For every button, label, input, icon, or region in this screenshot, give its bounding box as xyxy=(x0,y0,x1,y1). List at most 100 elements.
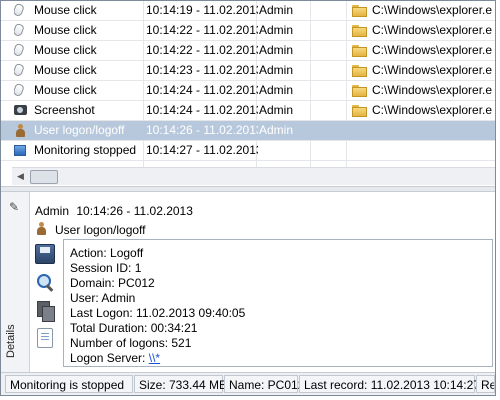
scroll-thumb[interactable] xyxy=(30,170,58,184)
table-row[interactable]: User logon/logoff 10:14:26 - 11.02.2013 Ad… xyxy=(1,121,495,141)
folder-icon xyxy=(352,25,368,37)
event-type-cell xyxy=(14,1,30,20)
user-cell: Admin xyxy=(259,123,294,137)
document-icon[interactable] xyxy=(37,328,53,348)
camera-icon xyxy=(14,105,27,115)
status-extra: Re xyxy=(476,375,495,393)
event-cell: Monitoring stopped xyxy=(34,143,137,157)
application-path: C:\Windows\explorer.e xyxy=(372,83,493,97)
event-cell: User logon/logoff xyxy=(34,123,125,137)
event-type-cell xyxy=(14,21,30,40)
event-cell: Mouse click xyxy=(34,63,97,77)
status-name: Name: PC012 xyxy=(224,375,304,393)
application-cell: C:\Windows\explorer.e xyxy=(352,41,495,60)
table-row[interactable]: Mouse click 10:14:22 - 11.02.2013 Admin C:\… xyxy=(1,21,495,41)
detail-line: User: Admin xyxy=(70,291,136,305)
details-time: 10:14:26 - 11.02.2013 xyxy=(76,204,193,218)
details-user: Admin xyxy=(35,204,70,218)
user-cell: Admin xyxy=(259,83,294,97)
detail-line: Number of logons: 521 xyxy=(70,336,192,350)
time-cell: 10:14:23 - 11.02.2013 xyxy=(146,63,258,77)
folder-icon xyxy=(352,85,368,97)
application-cell: C:\Windows\explorer.e xyxy=(352,61,495,80)
detail-line: Total Duration: 00:34:21 xyxy=(70,321,198,335)
detail-line-logon-server: Logon Server: \\* xyxy=(70,351,492,366)
search-icon[interactable] xyxy=(35,272,55,292)
mouse-icon xyxy=(14,2,25,18)
table-row[interactable]: Mouse click 10:14:19 - 11.02.2013 Admin C:\… xyxy=(1,1,495,21)
folder-icon xyxy=(352,65,368,77)
user-cell: Admin xyxy=(259,43,294,57)
detail-line: Domain: PC012 xyxy=(70,276,155,290)
time-cell: 10:14:24 - 11.02.2013 xyxy=(146,83,258,97)
time-cell: 10:14:24 - 11.02.2013 xyxy=(146,103,258,117)
application-cell: C:\Windows\explorer.e xyxy=(352,1,495,20)
table-row[interactable]: Mouse click 10:14:24 - 11.02.2013 Admin C:\… xyxy=(1,81,495,101)
application-path: C:\Windows\explorer.e xyxy=(372,23,493,37)
folder-icon xyxy=(352,45,368,57)
user-cell: Admin xyxy=(259,23,294,37)
app-window: Mouse click 10:14:19 - 11.02.2013 Admin C:\… xyxy=(0,0,496,396)
details-tab-label: Details xyxy=(5,324,17,358)
scroll-left-icon[interactable]: ◀ xyxy=(12,168,29,185)
event-type-cell xyxy=(14,81,30,100)
event-type-cell xyxy=(14,141,30,160)
status-last-record: Last record: 11.02.2013 10:14:27 xyxy=(299,375,480,393)
table-row[interactable]: Mouse click 10:14:22 - 11.02.2013 Admin C:\… xyxy=(1,41,495,61)
table-row[interactable]: Monitoring stopped 10:14:27 - 11.02.2013 xyxy=(1,141,495,161)
mouse-icon xyxy=(14,62,25,78)
event-type-cell xyxy=(14,61,30,80)
details-event: User logon/logoff xyxy=(37,222,146,237)
detail-line: Session ID: 1 xyxy=(70,261,142,275)
details-tab[interactable]: ✎ Details xyxy=(1,192,30,372)
event-cell: Mouse click xyxy=(34,23,97,37)
table-row[interactable]: Screenshot 10:14:24 - 11.02.2013 Admin C:\W… xyxy=(1,101,495,121)
event-type-cell xyxy=(14,121,30,140)
save-icon[interactable] xyxy=(35,244,55,264)
pin-icon[interactable]: ✎ xyxy=(9,200,19,214)
user-icon xyxy=(14,124,27,137)
application-cell: C:\Windows\explorer.e xyxy=(352,21,495,40)
details-toolbar xyxy=(35,244,57,356)
details-info-box: Action: Logoff Session ID: 1 Domain: PC0… xyxy=(63,239,493,367)
copy-icon[interactable] xyxy=(35,300,55,322)
user-cell: Admin xyxy=(259,63,294,77)
horizontal-scrollbar[interactable]: ◀ xyxy=(12,167,495,185)
event-type-cell xyxy=(14,41,30,60)
monitor-icon xyxy=(14,145,26,156)
mouse-icon xyxy=(14,82,25,98)
time-cell: 10:14:22 - 11.02.2013 xyxy=(146,23,258,37)
user-cell xyxy=(259,141,345,160)
time-cell: 10:14:22 - 11.02.2013 xyxy=(146,43,258,57)
time-cell: 10:14:27 - 11.02.2013 xyxy=(146,143,258,157)
detail-line: Action: Logoff xyxy=(70,246,144,260)
event-cell: Screenshot xyxy=(34,103,95,117)
application-path: C:\Windows\explorer.e xyxy=(372,103,493,117)
folder-icon xyxy=(352,105,368,117)
event-cell: Mouse click xyxy=(34,3,97,17)
event-cell: Mouse click xyxy=(34,43,97,57)
mouse-icon xyxy=(14,42,25,58)
table-row[interactable]: Mouse click 10:14:23 - 11.02.2013 Admin C:\… xyxy=(1,61,495,81)
application-cell: C:\Windows\explorer.e xyxy=(352,81,495,100)
application-path: C:\Windows\explorer.e xyxy=(372,63,493,77)
user-cell: Admin xyxy=(259,3,294,17)
status-state: Monitoring is stopped xyxy=(5,375,133,393)
event-type-cell xyxy=(14,101,30,120)
logon-server-link[interactable]: \\* xyxy=(149,351,160,365)
logon-server-label: Logon Server: xyxy=(70,351,146,365)
time-cell: 10:14:26 - 11.02.2013 xyxy=(146,123,258,137)
detail-line: Last Logon: 11.02.2013 09:40:05 xyxy=(70,306,246,320)
details-header: Admin 10:14:26 - 11.02.2013 xyxy=(35,204,193,218)
mouse-icon xyxy=(14,22,25,38)
application-path: C:\Windows\explorer.e xyxy=(372,3,493,17)
application-cell xyxy=(352,141,495,160)
event-list: Mouse click 10:14:19 - 11.02.2013 Admin C:\… xyxy=(1,1,495,167)
event-cell: Mouse click xyxy=(34,83,97,97)
status-bar: Monitoring is stopped Size: 733.44 MB Na… xyxy=(1,372,495,395)
status-size: Size: 733.44 MB xyxy=(134,375,227,393)
user-icon xyxy=(35,222,48,235)
time-cell: 10:14:19 - 11.02.2013 xyxy=(146,3,258,17)
application-cell: C:\Windows\explorer.e xyxy=(352,101,495,120)
application-path: C:\Windows\explorer.e xyxy=(372,43,493,57)
